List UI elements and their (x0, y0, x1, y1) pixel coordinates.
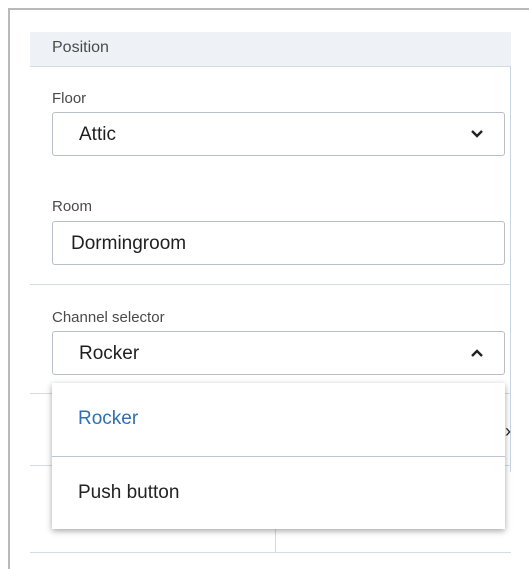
room-input[interactable]: Dormingroom (52, 221, 505, 265)
room-input-value: Dormingroom (71, 233, 187, 254)
background-divider (30, 552, 511, 553)
chevron-right-icon[interactable]: › (505, 421, 511, 442)
channel-selector-label: Channel selector (52, 309, 165, 326)
section-header: Position (30, 32, 511, 67)
background-column-divider (275, 529, 276, 552)
floor-label: Floor (52, 90, 87, 107)
dropdown-option-label: Rocker (78, 408, 139, 429)
channel-selector-value: Rocker (79, 343, 140, 364)
channel-selector-dropdown: Rocker Push button (52, 383, 505, 529)
dropdown-divider (52, 456, 505, 457)
panel-right-border (510, 32, 511, 472)
dropdown-option-label: Push button (78, 482, 180, 503)
chevron-up-icon (471, 349, 483, 357)
room-label: Room (52, 198, 93, 215)
divider (30, 284, 511, 285)
channel-selector-select[interactable]: Rocker (52, 331, 505, 375)
chevron-down-icon (471, 130, 483, 138)
section-title: Position (52, 39, 109, 56)
floor-select[interactable]: Attic (52, 112, 505, 156)
floor-select-value: Attic (79, 124, 116, 145)
